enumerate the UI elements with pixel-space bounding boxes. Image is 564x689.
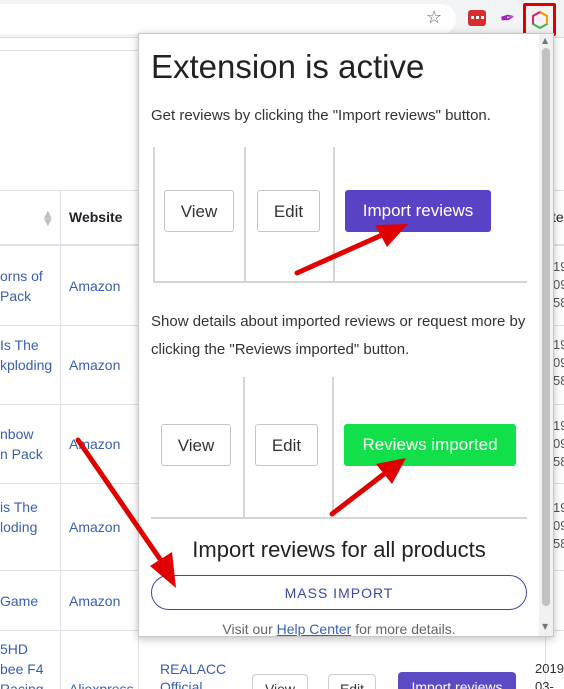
import-reviews-button[interactable]: Import reviews: [398, 672, 516, 689]
website-link[interactable]: Aliexpress: [69, 681, 134, 689]
date-cell: 19 09 58: [553, 418, 564, 469]
demo-row-imported: View Edit Reviews imported: [151, 377, 527, 519]
date-cell: 19 09 58: [553, 337, 564, 388]
review-importer-extension-icon[interactable]: [523, 3, 556, 36]
product-title-link[interactable]: nbow n Pack: [0, 424, 43, 464]
product-title-link[interactable]: Game: [0, 591, 38, 611]
edit-button[interactable]: Edit: [328, 674, 376, 689]
hexagon-logo-icon: [532, 11, 548, 29]
view-button[interactable]: View: [252, 674, 308, 689]
demo-row-import: View Edit Import reviews: [153, 147, 527, 283]
popup-scrollbar[interactable]: ▲ ▼: [539, 34, 553, 636]
website-link[interactable]: Amazon: [69, 519, 120, 535]
scroll-down-arrow-icon[interactable]: ▼: [542, 622, 548, 631]
popup-title: Extension is active: [151, 48, 425, 85]
scroll-up-arrow-icon[interactable]: ▲: [542, 36, 548, 45]
column-divider: [60, 190, 61, 689]
product-title-link[interactable]: orns of Pack: [0, 266, 43, 306]
demo-import-reviews-button: Import reviews: [345, 190, 491, 232]
demo-view-button: View: [161, 424, 231, 466]
mass-import-button[interactable]: MASS IMPORT: [151, 575, 527, 610]
demo-divider: [153, 147, 155, 283]
demo-view-button: View: [164, 190, 234, 232]
table-header-website[interactable]: Website: [69, 209, 122, 225]
address-bar[interactable]: [0, 4, 456, 34]
screenshot-root: ☆ ✒ ▲ ▼ Website te orns of Pack Amazon 19 0…: [0, 0, 564, 689]
footer-suffix: for more details.: [355, 621, 456, 637]
date-cell: 201903-09: [535, 661, 564, 689]
demo-divider: [333, 147, 335, 283]
popup-details-text: Show details about imported reviews or r…: [151, 313, 526, 358]
help-center-link[interactable]: Help Center: [277, 621, 352, 636]
demo-divider: [332, 377, 334, 519]
product-title-link[interactable]: Is The kploding: [0, 335, 52, 375]
footer-prefix: Visit our: [222, 621, 273, 637]
product-title-link[interactable]: 5HD bee F4 Racing: [0, 639, 44, 689]
date-cell: 19 09 58: [553, 259, 564, 310]
extension-popup: Extension is active Get reviews by click…: [138, 33, 554, 637]
product-title-link[interactable]: is The loding: [0, 497, 38, 537]
quill-extension-icon[interactable]: ✒: [498, 7, 517, 30]
demo-reviews-imported-button: Reviews imported: [344, 424, 516, 466]
website-link[interactable]: Amazon: [69, 593, 120, 609]
red-dots-extension-icon[interactable]: [468, 10, 486, 26]
popup-intro-text: Get reviews by clicking the "Import revi…: [151, 107, 491, 124]
demo-edit-button: Edit: [255, 424, 318, 466]
website-link[interactable]: Amazon: [69, 278, 120, 294]
page-divider: [0, 50, 138, 51]
popup-footer: Visit our Help Center for more details.: [139, 621, 539, 637]
vendor-link[interactable]: REALACC Official: [160, 660, 226, 689]
website-link[interactable]: Amazon: [69, 436, 120, 452]
date-cell: 19 09 58: [553, 500, 564, 551]
demo-edit-button: Edit: [257, 190, 320, 232]
star-icon[interactable]: ☆: [426, 7, 442, 28]
sort-icon[interactable]: ▲ ▼: [44, 210, 52, 228]
demo-divider: [244, 147, 246, 283]
scroll-thumb[interactable]: [542, 48, 550, 606]
mass-import-heading: Import reviews for all products: [192, 537, 486, 562]
demo-divider: [243, 377, 245, 519]
website-link[interactable]: Amazon: [69, 357, 120, 373]
